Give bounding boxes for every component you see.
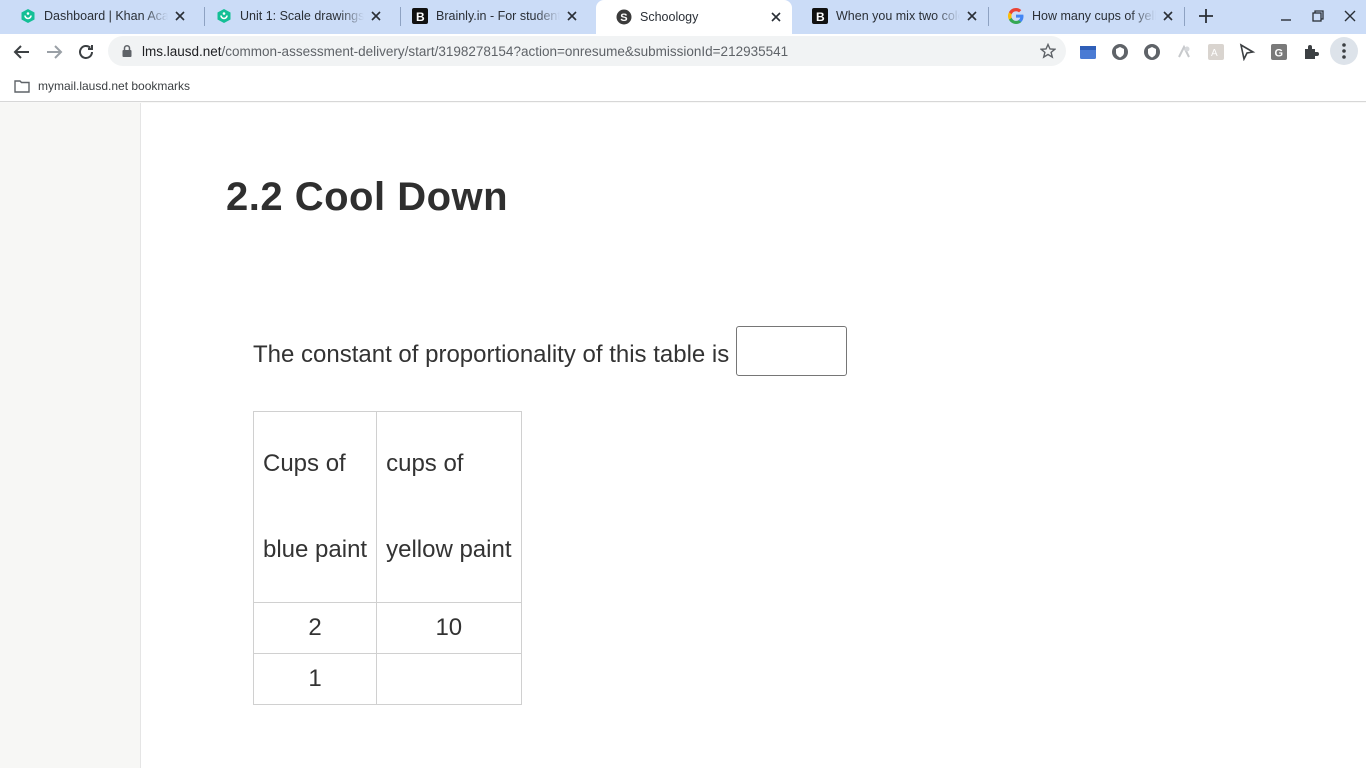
- kebab-menu-icon: [1342, 43, 1346, 59]
- proportionality-table: Cups of blue paint cups of yellow paint …: [252, 411, 522, 705]
- table-cell: 2: [252, 602, 378, 654]
- tab-title: Dashboard | Khan Academy: [44, 9, 168, 23]
- browser-menu-button[interactable]: [1330, 37, 1358, 65]
- answer-input[interactable]: [736, 326, 847, 376]
- reload-icon: [79, 45, 93, 59]
- back-button[interactable]: [10, 40, 34, 64]
- table-cell: [376, 653, 522, 705]
- tab-brainly[interactable]: B Brainly.in - For students. By students…: [392, 0, 588, 32]
- translate-extension-icon[interactable]: A: [1207, 43, 1225, 61]
- tab-schoology[interactable]: S Schoology: [596, 0, 792, 34]
- faded-extension-icon[interactable]: [1175, 43, 1193, 61]
- close-window-button[interactable]: [1342, 8, 1358, 24]
- question-prompt: The constant of proportionality of this …: [253, 341, 730, 368]
- google-icon: [1008, 8, 1024, 24]
- tab-khan-unit1[interactable]: Unit 1: Scale drawings | Khan Academy: [196, 0, 392, 32]
- brainly-icon: B: [412, 8, 428, 24]
- lock-icon: [122, 44, 132, 57]
- close-icon[interactable]: [368, 8, 384, 24]
- folder-icon: [14, 80, 30, 93]
- calendar-extension-icon[interactable]: [1079, 43, 1097, 61]
- svg-text:S: S: [620, 12, 627, 24]
- new-tab-button[interactable]: [1196, 6, 1216, 26]
- svg-text:A: A: [1211, 48, 1218, 59]
- table-cell: 1: [252, 653, 378, 705]
- table-header-row: Cups of blue paint cups of yellow paint: [252, 411, 522, 603]
- khan-academy-icon: [216, 8, 232, 24]
- address-bar[interactable]: lms.lausd.net/common-assessment-delivery…: [108, 36, 1066, 66]
- extensions-puzzle-icon[interactable]: [1302, 43, 1320, 61]
- reload-button[interactable]: [74, 40, 98, 64]
- tab-title: Unit 1: Scale drawings | Khan Academy: [240, 9, 364, 23]
- brainly-icon: B: [812, 8, 828, 24]
- assessment-content: 2.2 Cool Down The constant of proportion…: [141, 103, 1366, 768]
- svg-text:B: B: [416, 10, 425, 24]
- url-host: lms.lausd.net: [142, 44, 222, 59]
- tab-title: Brainly.in - For students. By students.: [436, 9, 560, 23]
- tab-google-search[interactable]: How many cups of yellow: [988, 0, 1184, 32]
- bookmark-star-icon[interactable]: [1040, 43, 1056, 59]
- tab-khan-dashboard[interactable]: Dashboard | Khan Academy: [0, 0, 196, 32]
- bookmark-label: mymail.lausd.net bookmarks: [38, 79, 191, 93]
- minimize-icon: [1281, 19, 1291, 21]
- tab-title: When you mix two colors: [836, 9, 960, 23]
- close-icon[interactable]: [768, 9, 784, 25]
- left-sidebar: [0, 103, 141, 768]
- table-cell: 10: [376, 602, 522, 654]
- table-header-cell: cups of yellow paint: [376, 411, 522, 603]
- table-row: 2 10: [252, 602, 522, 654]
- close-icon: [1344, 10, 1356, 22]
- restore-icon: [1312, 10, 1324, 22]
- tab-separator: [1184, 7, 1185, 26]
- header-line: blue paint: [263, 536, 368, 563]
- schoology-icon: S: [616, 9, 632, 25]
- table-header-cell: Cups of blue paint: [252, 411, 378, 603]
- svg-text:G: G: [1275, 48, 1284, 60]
- tab-title: How many cups of yellow: [1032, 9, 1156, 23]
- tab-title: Schoology: [640, 10, 699, 24]
- minimize-button[interactable]: [1278, 8, 1294, 24]
- close-icon[interactable]: [1160, 8, 1176, 24]
- tab-strip: Dashboard | Khan Academy Unit 1: Scale d…: [0, 0, 1366, 34]
- header-line: yellow paint: [386, 536, 512, 563]
- shield-extension-2-icon[interactable]: [1143, 43, 1161, 61]
- g-extension-icon[interactable]: G: [1270, 43, 1288, 61]
- khan-academy-icon: [20, 8, 36, 24]
- url-text: lms.lausd.net/common-assessment-delivery…: [142, 44, 788, 59]
- forward-arrow-icon: [47, 45, 63, 59]
- cursor-extension-icon[interactable]: [1238, 43, 1256, 61]
- svg-text:B: B: [816, 10, 825, 24]
- header-line: cups of: [386, 450, 464, 477]
- tab-brainly-colors[interactable]: B When you mix two colors: [792, 0, 988, 32]
- url-path: /common-assessment-delivery/start/319827…: [221, 44, 789, 59]
- close-icon[interactable]: [564, 8, 580, 24]
- forward-button[interactable]: [42, 40, 66, 64]
- restore-button[interactable]: [1310, 8, 1326, 24]
- table-row: 1: [252, 653, 522, 705]
- close-icon[interactable]: [172, 8, 188, 24]
- bookmark-folder-mymail[interactable]: mymail.lausd.net bookmarks: [14, 76, 190, 96]
- browser-toolbar: lms.lausd.net/common-assessment-delivery…: [0, 34, 1366, 70]
- header-line: Cups of: [263, 450, 346, 477]
- close-icon[interactable]: [964, 8, 980, 24]
- page-title: 2.2 Cool Down: [226, 175, 509, 219]
- shield-extension-icon[interactable]: [1111, 43, 1129, 61]
- back-arrow-icon: [13, 45, 29, 59]
- plus-icon: [1199, 9, 1213, 23]
- bookmarks-bar: mymail.lausd.net bookmarks: [0, 70, 1366, 102]
